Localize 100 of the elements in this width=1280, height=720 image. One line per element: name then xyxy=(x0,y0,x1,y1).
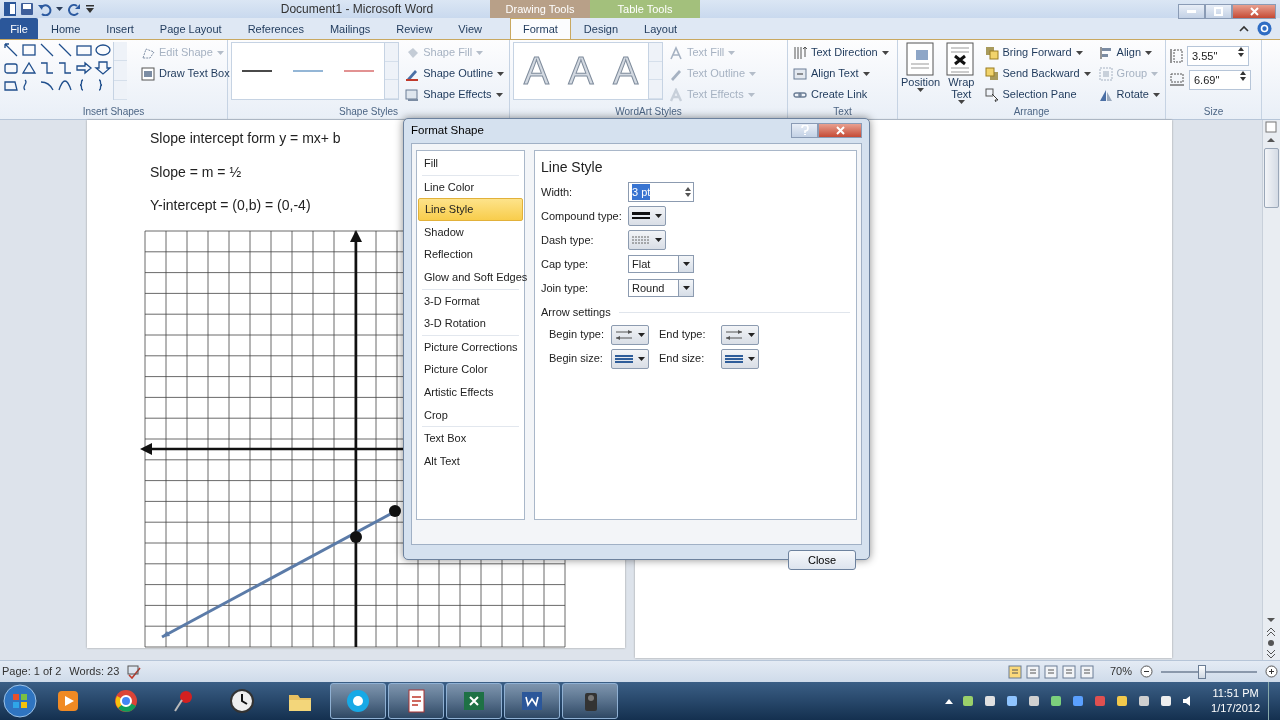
spin-field[interactable]: 3 pt xyxy=(628,182,694,202)
ribbon-tab[interactable]: Format xyxy=(510,18,571,39)
category-item[interactable]: Picture Corrections xyxy=(418,335,523,359)
ribbon-tab[interactable]: Design xyxy=(570,18,632,39)
dropdown[interactable] xyxy=(611,324,649,345)
ribbon-tab[interactable]: Review xyxy=(383,18,446,39)
close-button[interactable]: Close xyxy=(788,550,856,570)
dropdown[interactable] xyxy=(721,348,759,369)
start-orb-icon[interactable] xyxy=(0,683,40,719)
close-button[interactable] xyxy=(1232,4,1276,19)
dropdown[interactable] xyxy=(628,206,666,226)
restore-button[interactable] xyxy=(1205,4,1232,19)
ribbon-tab[interactable]: Home xyxy=(38,18,94,39)
ribbon-command[interactable]: Selection Pane xyxy=(982,84,1093,105)
spin-arrows-icon xyxy=(683,185,693,199)
caret-icon xyxy=(749,71,757,76)
ribbon-command[interactable]: Shape Outline xyxy=(403,63,506,84)
taskbar-button[interactable] xyxy=(388,683,444,719)
spin-field[interactable]: 6.69" xyxy=(1189,70,1251,90)
collapse-ribbon-icon[interactable] xyxy=(1239,25,1249,32)
group-label: Shape Styles xyxy=(338,105,399,119)
tray-icon[interactable] xyxy=(1049,694,1064,708)
ribbon-command[interactable]: Shape Effects xyxy=(403,84,506,105)
ribbon-command[interactable]: Wrap Text xyxy=(944,42,979,104)
undo-icon[interactable] xyxy=(38,2,52,16)
document-icon[interactable] xyxy=(4,2,16,16)
browser-icon[interactable] xyxy=(112,687,140,715)
category-item[interactable]: Text Box xyxy=(418,427,523,450)
ribbon-tab[interactable]: Mailings xyxy=(316,18,384,39)
ribbon-command[interactable]: Draw Text Box xyxy=(139,63,232,84)
ribbon-tab[interactable]: Page Layout xyxy=(146,18,235,39)
caret-icon xyxy=(655,214,663,218)
zoom-out-icon[interactable] xyxy=(1140,665,1153,678)
caret-icon xyxy=(1153,92,1160,97)
ribbon-tab[interactable]: Insert xyxy=(93,18,147,39)
ribbon-command[interactable]: Create Link xyxy=(791,84,891,105)
tray-icon[interactable] xyxy=(1137,694,1152,708)
help-icon[interactable] xyxy=(1257,21,1272,36)
taskbar-button[interactable] xyxy=(562,683,618,719)
clock-icon[interactable] xyxy=(228,687,256,715)
zoom-slider-thumb[interactable] xyxy=(1197,664,1206,679)
dropdown[interactable] xyxy=(721,324,759,345)
ribbon-command[interactable]: Text Direction xyxy=(791,42,891,63)
category-item[interactable]: Artistic Effects xyxy=(418,380,523,404)
category-item[interactable]: Fill xyxy=(418,152,523,175)
gallery-scrollbar[interactable] xyxy=(648,43,662,99)
category-item[interactable]: Picture Color xyxy=(418,358,523,381)
align-icon xyxy=(1098,45,1113,60)
shape-gallery[interactable] xyxy=(3,42,113,94)
taskbar-button[interactable] xyxy=(504,683,560,719)
tray-icon[interactable] xyxy=(1027,694,1042,708)
close-button[interactable] xyxy=(818,122,862,138)
word-count[interactable]: Words: 23 xyxy=(69,663,120,680)
minimize-button[interactable] xyxy=(1178,4,1205,19)
clock-time[interactable]: 11:51 PM xyxy=(1211,686,1260,701)
ribbon-command[interactable]: Rotate xyxy=(1096,84,1162,105)
dropdown[interactable] xyxy=(611,348,649,369)
spin-field[interactable]: 3.55" xyxy=(1187,46,1249,66)
zoom-level[interactable]: 70% xyxy=(1109,663,1132,680)
scroll-thumb[interactable] xyxy=(1264,148,1279,208)
dropdown[interactable]: Round xyxy=(628,279,694,297)
page-count[interactable]: Page: 1 of 2 xyxy=(2,663,62,680)
category-item[interactable]: Line Style xyxy=(418,198,523,221)
ribbon-tab[interactable]: References xyxy=(234,18,317,39)
customize-toolbar-icon[interactable] xyxy=(85,4,95,14)
ribbon-command[interactable]: Align xyxy=(1096,42,1162,63)
tray-icon[interactable] xyxy=(1159,694,1174,708)
clock-date[interactable]: 1/17/2012 xyxy=(1211,701,1260,716)
taskbar-button[interactable] xyxy=(446,683,502,719)
help-button[interactable] xyxy=(791,122,818,138)
ribbon-tab[interactable]: File xyxy=(0,18,38,39)
ribbon-command[interactable]: Bring Forward xyxy=(982,42,1093,63)
redo-icon[interactable] xyxy=(67,2,81,16)
scrollbar[interactable] xyxy=(1262,120,1280,660)
category-item[interactable]: 3-D Format xyxy=(418,289,523,313)
category-item[interactable]: Shadow xyxy=(418,220,523,244)
gallery-scrollbar[interactable] xyxy=(113,42,127,100)
ribbon-tab[interactable]: Layout xyxy=(631,18,691,39)
category-item[interactable]: Alt Text xyxy=(418,449,523,473)
proofing-icon[interactable] xyxy=(127,664,144,679)
category-item[interactable]: 3-D Rotation xyxy=(418,312,523,335)
category-item[interactable]: Crop xyxy=(418,403,523,427)
ribbon-command[interactable]: Align Text xyxy=(791,63,891,84)
tray-icon[interactable] xyxy=(1071,694,1086,708)
tray-icon[interactable] xyxy=(983,694,998,708)
zoom-in-icon[interactable] xyxy=(1265,665,1278,678)
category-item[interactable]: Reflection xyxy=(418,243,523,266)
ribbon-command[interactable]: Position xyxy=(901,42,941,92)
shape-height-icon xyxy=(1169,48,1183,64)
ribbon-command[interactable]: Send Backward xyxy=(982,63,1093,84)
show-hidden-icons-icon[interactable] xyxy=(945,698,954,704)
save-icon[interactable] xyxy=(20,2,34,16)
dropdown[interactable]: Flat xyxy=(628,255,694,273)
ribbon-tab[interactable]: View xyxy=(445,18,495,39)
gallery-scrollbar[interactable] xyxy=(384,43,399,99)
taskbar-button[interactable] xyxy=(330,683,386,719)
tray-icon[interactable] xyxy=(1005,694,1020,708)
category-item[interactable]: Line Color xyxy=(418,175,523,199)
tray-icon[interactable] xyxy=(1115,694,1130,708)
tray-icon[interactable] xyxy=(961,694,976,708)
